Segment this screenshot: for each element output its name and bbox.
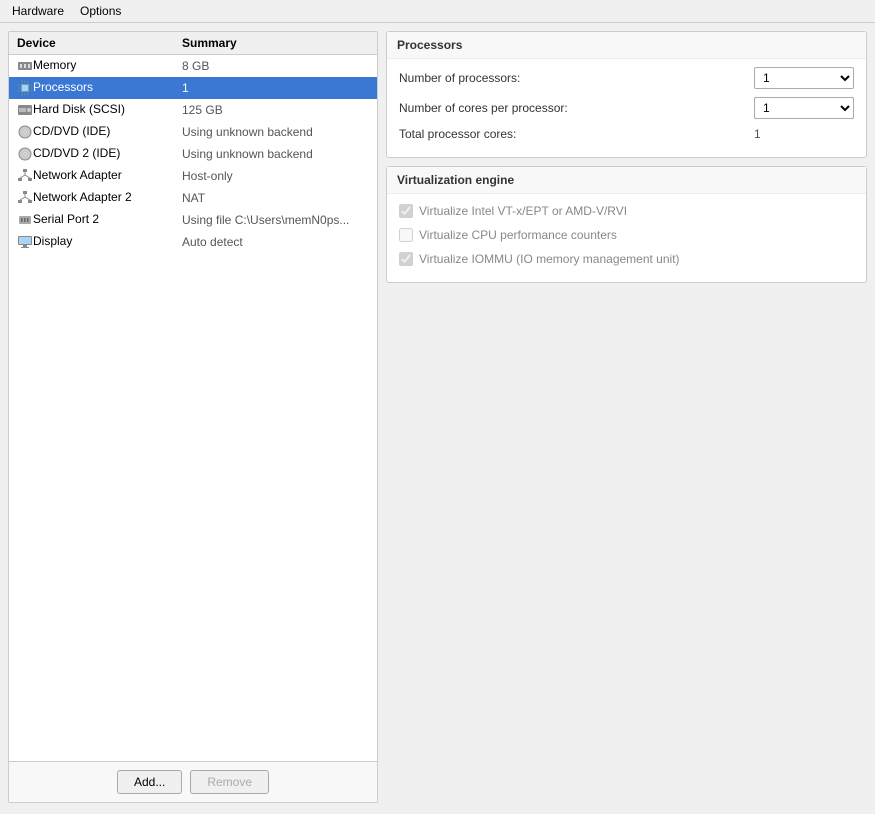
left-panel: Device Summary Memory8 GBProcessors1Hard…: [8, 31, 378, 803]
cpu-perf-label: Virtualize CPU performance counters: [419, 228, 617, 242]
iommu-label: Virtualize IOMMU (IO memory management u…: [419, 252, 680, 266]
vt-x-label: Virtualize Intel VT-x/EPT or AMD-V/RVI: [419, 204, 627, 218]
cores-per-processor-label: Number of cores per processor:: [399, 101, 754, 115]
menubar: Hardware Options: [0, 0, 875, 23]
device-name-text: Display: [33, 234, 72, 248]
total-cores-label: Total processor cores:: [399, 127, 754, 141]
cores-per-processor-row: Number of cores per processor: 1248: [399, 97, 854, 119]
iommu-row: Virtualize IOMMU (IO memory management u…: [399, 250, 854, 268]
device-name-text: CD/DVD (IDE): [33, 124, 110, 138]
table-row[interactable]: Display Auto detect: [9, 231, 377, 253]
table-row[interactable]: Hard Disk (SCSI) 125 GB: [9, 99, 377, 121]
cpu-perf-row: Virtualize CPU performance counters: [399, 226, 854, 244]
table-row[interactable]: Network Adapter Host-only: [9, 165, 377, 187]
menu-options[interactable]: Options: [72, 2, 129, 20]
device-summary-text: 125 GB: [174, 99, 377, 121]
device-name-text: Serial Port 2: [33, 212, 99, 226]
num-processors-label: Number of processors:: [399, 71, 754, 85]
processor-icon: [17, 80, 33, 94]
main-content: Device Summary Memory8 GBProcessors1Hard…: [0, 23, 875, 811]
device-name-text: Processors: [33, 80, 93, 94]
col-device: Device: [9, 32, 174, 55]
device-table: Device Summary Memory8 GBProcessors1Hard…: [9, 32, 377, 761]
num-processors-row: Number of processors: 1248: [399, 67, 854, 89]
num-processors-select[interactable]: 1248: [754, 67, 854, 89]
serial-icon: [17, 212, 33, 226]
device-name-text: CD/DVD 2 (IDE): [33, 146, 120, 160]
processors-body: Number of processors: 1248 Number of cor…: [387, 59, 866, 157]
virtualization-section: Virtualization engine Virtualize Intel V…: [386, 166, 867, 283]
cdrom-icon: [17, 146, 33, 160]
table-row[interactable]: Serial Port 2 Using file C:\Users\memN0ps…: [9, 209, 377, 231]
total-cores-row: Total processor cores: 1: [399, 127, 854, 141]
device-summary-text: 1: [174, 77, 377, 99]
iommu-checkbox[interactable]: [399, 252, 413, 266]
display-icon: [17, 234, 33, 248]
table-row[interactable]: Network Adapter 2 NAT: [9, 187, 377, 209]
right-panel: Processors Number of processors: 1248 Nu…: [386, 31, 867, 803]
device-name-text: Hard Disk (SCSI): [33, 102, 125, 116]
device-summary-text: 8 GB: [174, 55, 377, 78]
table-row[interactable]: CD/DVD 2 (IDE) Using unknown backend: [9, 143, 377, 165]
device-summary-text: NAT: [174, 187, 377, 209]
col-summary: Summary: [174, 32, 377, 55]
virtualization-title: Virtualization engine: [387, 167, 866, 194]
table-row[interactable]: CD/DVD (IDE) Using unknown backend: [9, 121, 377, 143]
processors-section: Processors Number of processors: 1248 Nu…: [386, 31, 867, 158]
device-name-text: Network Adapter 2: [33, 190, 132, 204]
add-button[interactable]: Add...: [117, 770, 182, 794]
network-icon: [17, 190, 33, 204]
table-row[interactable]: Processors 1: [9, 77, 377, 99]
button-row: Add... Remove: [9, 761, 377, 802]
device-summary-text: Using unknown backend: [174, 121, 377, 143]
total-cores-value: 1: [754, 127, 854, 141]
table-row[interactable]: Memory 8 GB: [9, 55, 377, 78]
device-name-text: Memory: [33, 58, 76, 72]
virtualization-body: Virtualize Intel VT-x/EPT or AMD-V/RVI V…: [387, 194, 866, 282]
cdrom-icon: [17, 124, 33, 138]
vt-x-row: Virtualize Intel VT-x/EPT or AMD-V/RVI: [399, 202, 854, 220]
hdd-icon: [17, 102, 33, 116]
cores-per-processor-select[interactable]: 1248: [754, 97, 854, 119]
device-summary-text: Using file C:\Users\memN0ps...: [174, 209, 377, 231]
menu-hardware[interactable]: Hardware: [4, 2, 72, 20]
cpu-perf-checkbox[interactable]: [399, 228, 413, 242]
vt-x-checkbox[interactable]: [399, 204, 413, 218]
device-summary-text: Host-only: [174, 165, 377, 187]
remove-button[interactable]: Remove: [190, 770, 269, 794]
device-summary-text: Auto detect: [174, 231, 377, 253]
memory-icon: [17, 58, 33, 72]
processors-title: Processors: [387, 32, 866, 59]
device-name-text: Network Adapter: [33, 168, 122, 182]
network-icon: [17, 168, 33, 182]
device-summary-text: Using unknown backend: [174, 143, 377, 165]
